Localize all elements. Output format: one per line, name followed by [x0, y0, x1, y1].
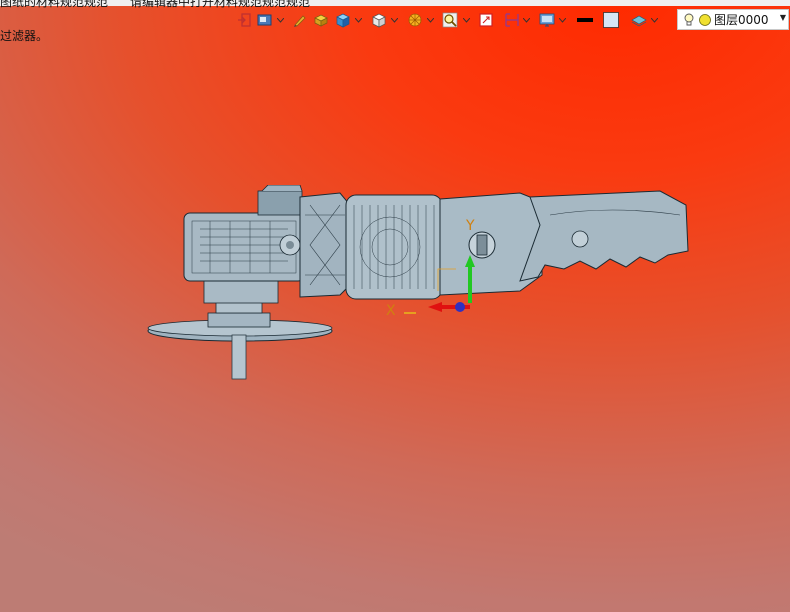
cube-white-icon [372, 13, 386, 28]
filter-hint: 过滤器。 [0, 29, 49, 43]
line-color-icon [577, 18, 593, 22]
sketch-button[interactable] [290, 9, 310, 31]
chevron-down-icon [558, 17, 566, 23]
chevron-down-icon [650, 17, 658, 23]
display-dropdown[interactable] [558, 9, 566, 31]
display-button[interactable] [536, 9, 558, 31]
chevron-down-icon [390, 17, 398, 23]
shaded-dropdown[interactable] [354, 9, 362, 31]
cube-blue-icon [336, 13, 350, 28]
fill-color-icon [603, 12, 619, 28]
orientation-dropdown[interactable] [390, 9, 398, 31]
zoom-icon [442, 12, 458, 28]
pen-icon [294, 15, 306, 27]
angle-grinder-model[interactable] [140, 185, 700, 385]
chevron-down-icon [426, 17, 434, 23]
title-text-left: 图纸的材料规范规范 [0, 0, 109, 9]
exit-button[interactable] [234, 9, 254, 31]
view-dropdown[interactable] [276, 9, 284, 31]
axis-x-label: X [386, 303, 396, 319]
chevron-down-icon [462, 17, 470, 23]
layer-stack-dropdown[interactable] [650, 9, 658, 31]
line-color-button[interactable] [574, 9, 596, 31]
shaded-button[interactable] [332, 9, 354, 31]
zoom-button[interactable] [440, 9, 462, 31]
orientation-button[interactable] [368, 9, 390, 31]
chevron-down-icon [522, 17, 530, 23]
title-strip [0, 0, 790, 6]
section-button[interactable] [502, 9, 522, 31]
axis-y-label: Y [466, 218, 475, 234]
render-dropdown[interactable] [426, 9, 434, 31]
red-frame-icon [479, 13, 493, 27]
layer-stack-button[interactable] [628, 9, 650, 31]
fill-color-button[interactable] [600, 9, 622, 31]
box-yellow-icon [314, 14, 328, 27]
view-toolbar [234, 9, 658, 31]
view-button[interactable] [254, 9, 276, 31]
zoom-dropdown[interactable] [462, 9, 470, 31]
solid-button[interactable] [310, 9, 332, 31]
chevron-down-icon [354, 17, 362, 23]
render-button[interactable] [404, 9, 426, 31]
section-dropdown[interactable] [522, 9, 530, 31]
lightbulb-icon [684, 13, 694, 25]
layer-stack-icon [631, 15, 647, 27]
display-icon [539, 13, 555, 27]
layer-color-dot-icon [699, 13, 711, 26]
render-icon [408, 13, 422, 27]
view-icon [257, 14, 272, 26]
dropdown-arrow-icon: ▼ [779, 13, 786, 22]
chevron-down-icon [276, 17, 284, 23]
3d-viewport[interactable]: 图纸的材料规范规范 请编辑器中打开材料规范规范规范 过滤器。 图层0000 ▼ … [0, 0, 790, 612]
fit-button[interactable] [476, 9, 496, 31]
section-icon [505, 13, 519, 27]
layer-name: 图层0000 [714, 13, 769, 27]
layer-select[interactable]: 图层0000 ▼ [677, 9, 789, 30]
exit-icon [238, 13, 251, 27]
